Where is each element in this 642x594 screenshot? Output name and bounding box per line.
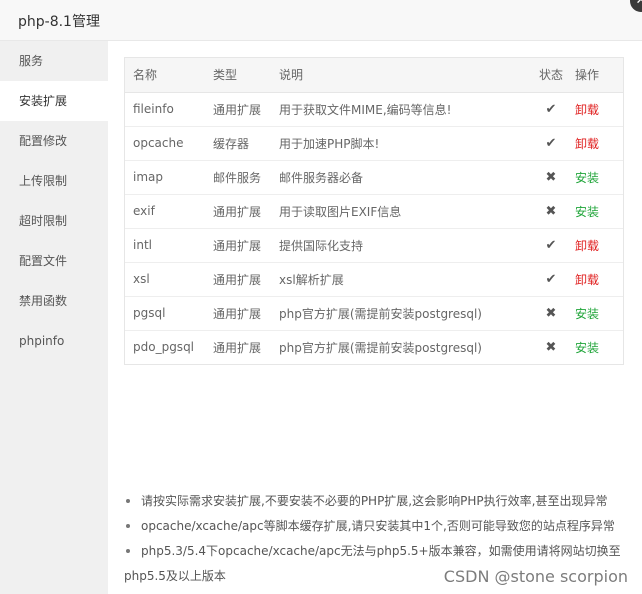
uninstall-link[interactable]: 卸载 (575, 273, 599, 287)
extension-description: php官方扩展(需提前安装postgresql) (279, 340, 482, 355)
uninstall-link[interactable]: 卸载 (575, 137, 599, 151)
extensions-panel: 名称 类型 说明 状态 操作 fileinfo 通用扩展 用于获取文件MIME,编码… (108, 41, 642, 594)
operation-cell: 安装 (571, 330, 623, 364)
extension-description: 用于获取文件MIME,编码等信息! (279, 92, 531, 127)
dialog-title: php-8.1管理 (18, 14, 100, 30)
extension-type: 缓存器 (213, 126, 279, 161)
status-cell: ✖ (531, 296, 571, 331)
check-icon: ✔ (545, 135, 557, 151)
cross-icon: ✖ (545, 203, 557, 219)
extension-type: 通用扩展 (213, 296, 279, 331)
extension-type: 通用扩展 (213, 194, 279, 229)
check-icon: ✔ (545, 237, 557, 253)
extension-type: 通用扩展 (213, 92, 279, 127)
sidebar-item-3[interactable]: 上传限制 (0, 161, 108, 201)
operation-cell: 卸载 (571, 92, 623, 127)
header-status: 状态 (531, 58, 571, 93)
extension-type: 通用扩展 (213, 262, 279, 297)
header-description: 说明 (279, 58, 531, 93)
extension-name: pdo_pgsql (133, 340, 195, 355)
cross-icon: ✖ (545, 339, 557, 355)
extension-name: exif (125, 194, 213, 229)
operation-cell: 卸载 (571, 262, 623, 297)
status-cell: ✖ (531, 330, 571, 364)
sidebar-item-4[interactable]: 超时限制 (0, 201, 108, 241)
extension-description: php官方扩展(需提前安装postgresql) (279, 296, 531, 331)
watermark: CSDN @stone scorpion (443, 567, 628, 586)
operation-cell: 安装 (571, 194, 623, 229)
dialog-titlebar: php-8.1管理 ✕ (0, 0, 642, 41)
uninstall-link[interactable]: 卸载 (575, 103, 599, 117)
tip-text: opcache/xcache/apc等脚本缓存扩展,请只安装其中1个,否则可能导… (141, 519, 615, 533)
table-row: fileinfo 通用扩展 用于获取文件MIME,编码等信息! ✔ 卸载 (125, 92, 623, 127)
sidebar-nav: 服务 安装扩展 配置修改 上传限制 超时限制 配置文件 禁用函数 phpinfo (0, 41, 108, 594)
operation-cell: 安装 (571, 160, 623, 195)
tip-item: opcache/xcache/apc等脚本缓存扩展,请只安装其中1个,否则可能导… (124, 514, 624, 539)
extension-type: 邮件服务 (213, 160, 279, 195)
status-cell: ✖ (531, 194, 571, 229)
extension-description: 提供国际化支持 (279, 228, 531, 263)
sidebar-item-6[interactable]: 禁用函数 (0, 281, 108, 321)
close-icon[interactable]: ✕ (630, 0, 642, 12)
bullet-icon (126, 549, 130, 553)
extensions-table: 名称 类型 说明 状态 操作 fileinfo 通用扩展 用于获取文件MIME,编码… (124, 57, 624, 365)
table-row: imap 邮件服务 邮件服务器必备 ✖ 安装 (125, 160, 623, 195)
extension-description: 用于读取图片EXIF信息 (279, 194, 531, 229)
sidebar-item-5[interactable]: 配置文件 (0, 241, 108, 281)
cross-icon: ✖ (545, 305, 557, 321)
extension-description: 用于加速PHP脚本! (279, 126, 531, 161)
extension-type: 通用扩展 (213, 228, 279, 263)
operation-cell: 卸载 (571, 126, 623, 161)
status-cell: ✔ (531, 92, 571, 127)
status-cell: ✔ (531, 228, 571, 263)
bullet-icon (126, 499, 130, 503)
sidebar-item-7[interactable]: phpinfo (0, 321, 108, 361)
install-link[interactable]: 安装 (575, 307, 599, 321)
install-link[interactable]: 安装 (575, 205, 599, 219)
sidebar-item-1[interactable]: 安装扩展 (0, 81, 108, 121)
table-row: xsl 通用扩展 xsl解析扩展 ✔ 卸载 (125, 262, 623, 297)
status-cell: ✔ (531, 262, 571, 297)
sidebar-item-2[interactable]: 配置修改 (0, 121, 108, 161)
operation-cell: 卸载 (571, 228, 623, 263)
install-link[interactable]: 安装 (575, 341, 599, 355)
bullet-icon (126, 524, 130, 528)
extension-name: fileinfo (125, 92, 213, 127)
extension-name: opcache (125, 126, 213, 161)
extension-description: 邮件服务器必备 (279, 160, 531, 195)
check-icon: ✔ (545, 101, 557, 117)
extension-type: 通用扩展 (213, 340, 262, 355)
table-row: pdo_pgsql 通用扩展 php官方扩展(需提前安装postgresql) ✖ 安装 (125, 330, 623, 364)
table-row: opcache 缓存器 用于加速PHP脚本! ✔ 卸载 (125, 126, 623, 161)
sidebar-item-0[interactable]: 服务 (0, 41, 108, 81)
uninstall-link[interactable]: 卸载 (575, 239, 599, 253)
extension-description: xsl解析扩展 (279, 262, 531, 297)
tip-item: 请按实际需求安装扩展,不要安装不必要的PHP扩展,这会影响PHP执行效率,甚至出… (124, 489, 624, 514)
install-link[interactable]: 安装 (575, 171, 599, 185)
header-operation: 操作 (571, 58, 623, 93)
operation-cell: 安装 (571, 296, 623, 331)
header-type: 类型 (213, 58, 279, 93)
tip-text: 请按实际需求安装扩展,不要安装不必要的PHP扩展,这会影响PHP执行效率,甚至出… (141, 494, 608, 508)
table-row: pgsql 通用扩展 php官方扩展(需提前安装postgresql) ✖ 安装 (125, 296, 623, 331)
header-name: 名称 (125, 58, 213, 93)
extension-name: xsl (125, 262, 213, 297)
table-row: intl 通用扩展 提供国际化支持 ✔ 卸载 (125, 228, 623, 263)
status-cell: ✔ (531, 126, 571, 161)
php-manager-dialog: php-8.1管理 ✕ 服务 安装扩展 配置修改 上传限制 超时限制 配置文件 禁用函数 ph… (0, 0, 642, 594)
extension-name: intl (125, 228, 213, 263)
cross-icon: ✖ (545, 169, 557, 185)
check-icon: ✔ (545, 271, 557, 287)
table-header-row: 名称 类型 说明 状态 操作 (125, 58, 623, 93)
extension-name: pgsql (125, 296, 213, 331)
table-row: exif 通用扩展 用于读取图片EXIF信息 ✖ 安装 (125, 194, 623, 229)
status-cell: ✖ (531, 160, 571, 195)
extension-name: imap (125, 160, 213, 195)
